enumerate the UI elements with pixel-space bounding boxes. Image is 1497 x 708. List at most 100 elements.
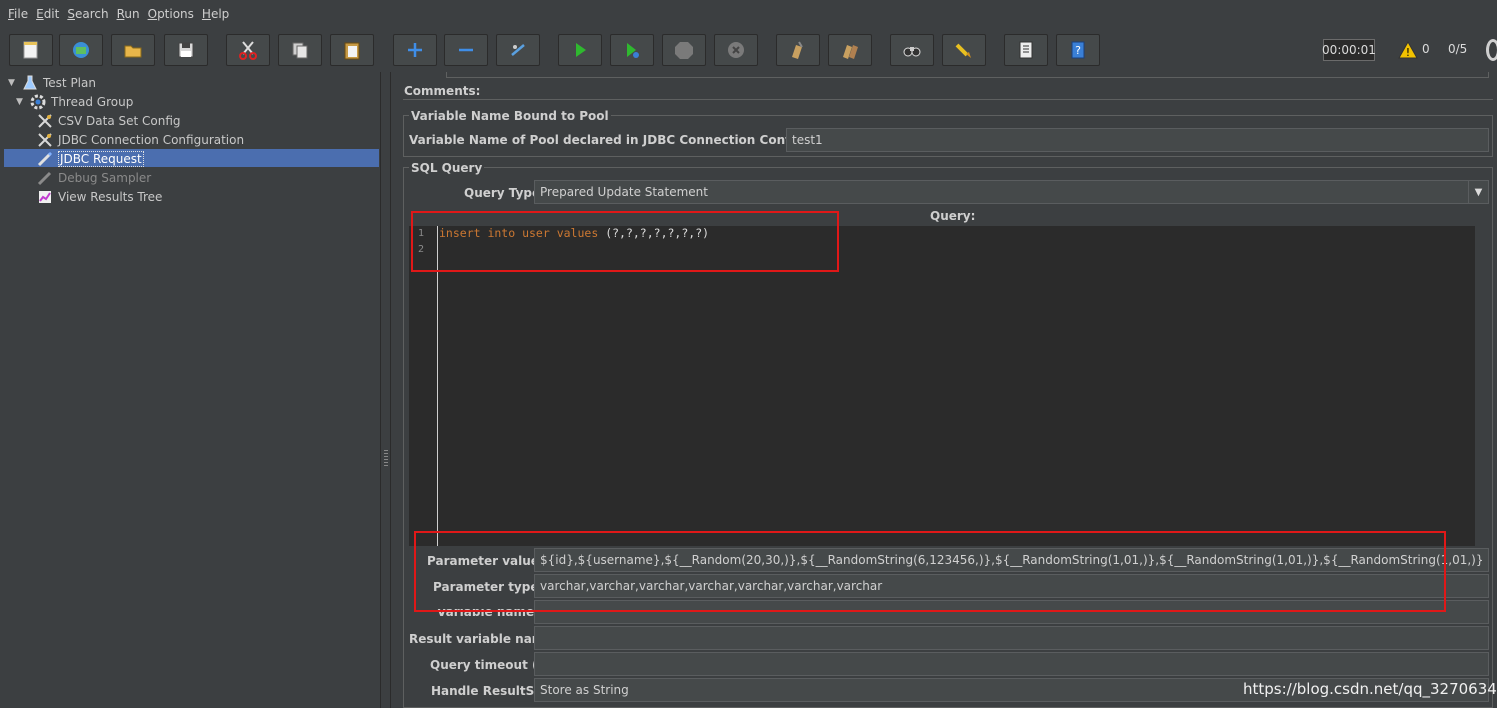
tree-node-label: JDBC Connection Configuration	[58, 132, 245, 147]
result-variable-input[interactable]	[534, 626, 1489, 650]
stop-button[interactable]	[662, 34, 706, 66]
panel-splitter[interactable]	[381, 72, 391, 708]
clear-button[interactable]	[776, 34, 820, 66]
query-editor[interactable]	[409, 226, 1474, 546]
gutter-divider	[437, 226, 438, 546]
tree-node-label: View Results Tree	[58, 189, 163, 204]
pool-group-title: Variable Name Bound to Pool	[409, 109, 611, 123]
paste-button[interactable]	[330, 34, 374, 66]
sampler-icon	[36, 169, 54, 187]
clear-all-button[interactable]	[828, 34, 872, 66]
sql-group-title: SQL Query	[409, 161, 485, 175]
pool-name-input[interactable]: test1	[786, 128, 1489, 152]
toggle-icon	[511, 44, 525, 56]
expand-button[interactable]	[393, 34, 437, 66]
test-plan-icon	[21, 74, 39, 92]
start-no-pauses-icon	[627, 43, 639, 58]
help-button[interactable]: ?	[1056, 34, 1100, 66]
annotation-highlight-query	[411, 211, 839, 272]
collapse-toggle-icon[interactable]: ▼	[16, 97, 26, 107]
elapsed-time: 00:00:01	[1322, 39, 1376, 61]
open-button[interactable]	[111, 34, 155, 66]
stop-icon	[675, 42, 693, 59]
tree-node-label: JDBC Request	[58, 150, 144, 167]
start-button[interactable]	[558, 34, 602, 66]
new-button[interactable]	[9, 34, 53, 66]
copy-icon	[292, 42, 308, 59]
menu-file[interactable]: File	[8, 7, 28, 21]
start-icon	[576, 43, 586, 57]
name-field-remnant	[446, 72, 1489, 78]
tree-node-jdbc-connection-config[interactable]: JDBC Connection Configuration	[36, 130, 244, 149]
clear-icon	[792, 41, 803, 59]
open-icon	[124, 45, 142, 58]
tree-node-jdbc-request[interactable]: JDBC Request	[36, 149, 144, 168]
toggle-button[interactable]	[496, 34, 540, 66]
menu-edit[interactable]: Edit	[36, 7, 59, 21]
divider	[403, 99, 1493, 100]
save-button[interactable]	[164, 34, 208, 66]
tree-node-label: Test Plan	[43, 75, 96, 90]
query-type-select[interactable]: Prepared Update Statement	[534, 180, 1489, 204]
remote-icon[interactable]	[1486, 39, 1497, 61]
cut-icon	[239, 41, 257, 60]
help-icon: ?	[1071, 41, 1085, 59]
new-icon	[23, 41, 38, 59]
listener-icon	[36, 188, 54, 206]
query-timeout-input[interactable]	[534, 652, 1489, 676]
tree-node-label: Thread Group	[51, 94, 134, 109]
warning-count: 0	[1422, 42, 1430, 56]
templates-icon	[73, 42, 89, 58]
function-helper-button[interactable]	[1004, 34, 1048, 66]
search-icon	[903, 47, 921, 57]
warning-icon[interactable]: !	[1398, 40, 1418, 60]
watermark: https://blog.csdn.net/qq_32706349	[1243, 680, 1497, 698]
tree-node-debug-sampler[interactable]: Debug Sampler	[36, 168, 151, 187]
shutdown-button[interactable]	[714, 34, 758, 66]
menu-options[interactable]: Options	[148, 7, 194, 21]
tree-node-label: Debug Sampler	[58, 170, 152, 185]
templates-button[interactable]	[59, 34, 103, 66]
query-label: Query:	[930, 209, 976, 223]
menubar: File Edit Search Run Options Help	[0, 0, 1497, 28]
tree-node-view-results-tree[interactable]: View Results Tree	[36, 187, 162, 206]
config-icon	[36, 131, 54, 149]
cut-button[interactable]	[226, 34, 270, 66]
editor-scrollbar[interactable]	[1474, 226, 1488, 546]
comments-label: Comments:	[404, 84, 481, 98]
copy-button[interactable]	[278, 34, 322, 66]
query-type-value: Prepared Update Statement	[540, 185, 708, 199]
tree-node-thread-group[interactable]: ▼ Thread Group	[16, 92, 133, 111]
tree-node-label: CSV Data Set Config	[58, 113, 181, 128]
search-button[interactable]	[890, 34, 934, 66]
editor-gutter	[409, 226, 437, 546]
svg-text:!: !	[1406, 46, 1410, 59]
shutdown-icon	[728, 42, 744, 58]
function-helper-icon	[1019, 41, 1033, 59]
collapse-icon	[459, 48, 473, 52]
splitter-grip[interactable]	[384, 450, 388, 466]
menu-run[interactable]: Run	[117, 7, 140, 21]
sampler-icon	[36, 150, 54, 168]
config-icon	[36, 112, 54, 130]
handle-resultset-value: Store as String	[540, 683, 629, 697]
reset-search-button[interactable]	[942, 34, 986, 66]
collapse-toggle-icon[interactable]: ▼	[8, 78, 18, 88]
clear-all-icon	[843, 45, 858, 59]
expand-icon	[408, 43, 422, 57]
start-no-pauses-button[interactable]	[610, 34, 654, 66]
tree-node-csv-data-set-config[interactable]: CSV Data Set Config	[36, 111, 181, 130]
annotation-highlight-parameters	[414, 531, 1446, 612]
tree-node-test-plan[interactable]: ▼ Test Plan	[8, 73, 96, 92]
save-icon	[178, 42, 194, 58]
reset-search-icon	[955, 43, 971, 58]
menu-search[interactable]: Search	[67, 7, 108, 21]
toolbar: ? 00:00:01 ! 0 0/5	[0, 28, 1497, 72]
paste-icon	[344, 42, 360, 60]
active-threads: 0/5	[1448, 42, 1468, 56]
svg-text:?: ?	[1075, 44, 1081, 57]
chevron-down-icon[interactable]: ▼	[1468, 181, 1488, 203]
gear-icon	[29, 93, 47, 111]
menu-help[interactable]: Help	[202, 7, 229, 21]
collapse-button[interactable]	[444, 34, 488, 66]
